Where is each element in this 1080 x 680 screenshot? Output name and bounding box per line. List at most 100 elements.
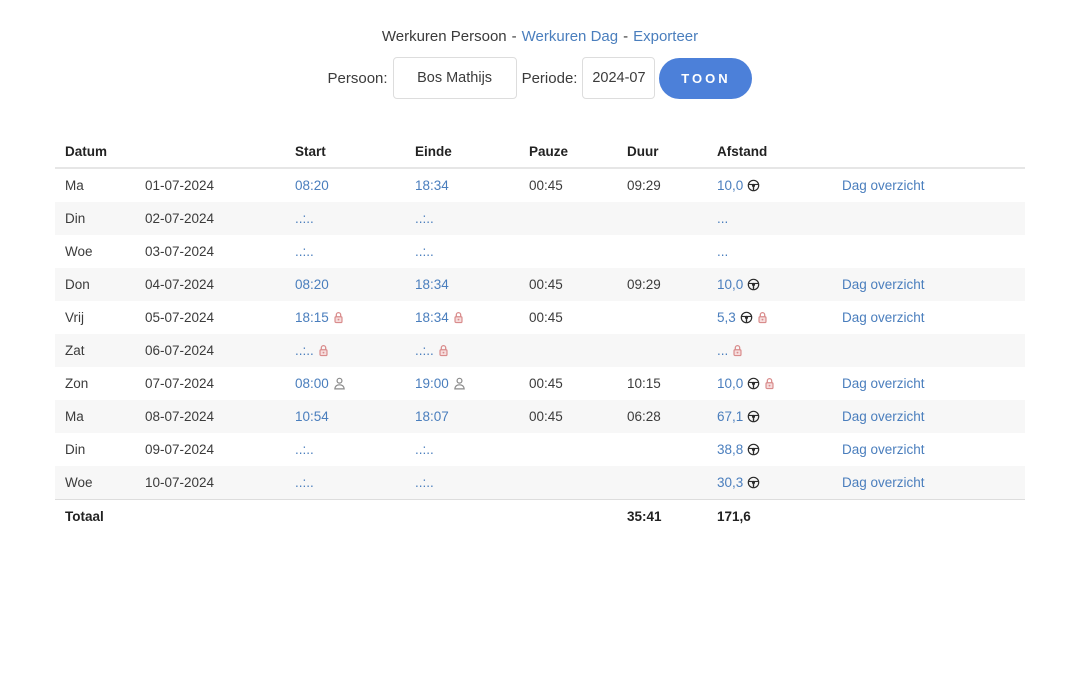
einde-link[interactable]: ..:.. bbox=[415, 343, 434, 358]
einde-link[interactable]: 18:34 bbox=[415, 178, 449, 193]
start-link[interactable]: ..:.. bbox=[295, 244, 314, 259]
steering-wheel-icon bbox=[747, 476, 760, 489]
einde-cell: ..:.. bbox=[415, 466, 529, 500]
start-cell: 18:15 bbox=[295, 301, 415, 334]
col-header-datum: Datum bbox=[55, 135, 145, 168]
day-cell: Vrij bbox=[55, 301, 145, 334]
dag-overzicht-link[interactable]: Dag overzicht bbox=[842, 376, 925, 391]
page-title: Werkuren Persoon-Werkuren Dag-Exporteer bbox=[0, 28, 1080, 45]
afstand-cell: 38,8 bbox=[717, 433, 842, 466]
afstand-link[interactable]: 67,1 bbox=[717, 409, 743, 424]
afstand-link[interactable]: 38,8 bbox=[717, 442, 743, 457]
lock-icon bbox=[453, 311, 464, 324]
link-exporteer[interactable]: Exporteer bbox=[633, 28, 698, 45]
duur-cell bbox=[627, 466, 717, 500]
einde-link[interactable]: 18:34 bbox=[415, 310, 449, 325]
start-link[interactable]: 18:15 bbox=[295, 310, 329, 325]
toon-button[interactable]: TOON bbox=[659, 58, 752, 99]
persoon-label: Persoon: bbox=[328, 70, 388, 87]
einde-link[interactable]: ..:.. bbox=[415, 475, 434, 490]
pauze-cell bbox=[529, 202, 627, 235]
dag-overzicht-link[interactable]: Dag overzicht bbox=[842, 442, 925, 457]
duur-cell: 10:15 bbox=[627, 367, 717, 400]
person-icon bbox=[453, 377, 466, 390]
afstand-link[interactable]: 10,0 bbox=[717, 376, 743, 391]
dag-overzicht-link[interactable]: Dag overzicht bbox=[842, 475, 925, 490]
dag-overzicht-link[interactable]: Dag overzicht bbox=[842, 310, 925, 325]
duur-cell bbox=[627, 235, 717, 268]
einde-link[interactable]: 18:07 bbox=[415, 409, 449, 424]
day-overview-cell: Dag overzicht bbox=[842, 301, 1025, 334]
col-header-einde: Einde bbox=[415, 135, 529, 168]
day-overview-cell: Dag overzicht bbox=[842, 168, 1025, 202]
einde-link[interactable]: ..:.. bbox=[415, 244, 434, 259]
duur-cell bbox=[627, 334, 717, 367]
periode-input[interactable] bbox=[582, 57, 655, 99]
start-link[interactable]: 10:54 bbox=[295, 409, 329, 424]
steering-wheel-icon bbox=[747, 179, 760, 192]
table-row: Zat06-07-2024..:....:..... bbox=[55, 334, 1025, 367]
day-cell: Zon bbox=[55, 367, 145, 400]
title-separator: - bbox=[512, 28, 517, 45]
afstand-link[interactable]: 10,0 bbox=[717, 178, 743, 193]
link-werkuren-dag[interactable]: Werkuren Dag bbox=[522, 28, 618, 45]
total-afstand: 171,6 bbox=[717, 500, 842, 534]
pauze-cell bbox=[529, 235, 627, 268]
afstand-cell: 5,3 bbox=[717, 301, 842, 334]
day-overview-cell bbox=[842, 202, 1025, 235]
afstand-link[interactable]: ... bbox=[717, 244, 728, 259]
werkuren-table: DatumStartEindePauzeDuurAfstand Ma01-07-… bbox=[55, 135, 1025, 533]
dag-overzicht-link[interactable]: Dag overzicht bbox=[842, 178, 925, 193]
dag-overzicht-link[interactable]: Dag overzicht bbox=[842, 277, 925, 292]
persoon-input[interactable] bbox=[393, 57, 517, 99]
afstand-link[interactable]: 5,3 bbox=[717, 310, 736, 325]
lock-icon bbox=[438, 344, 449, 357]
pauze-cell: 00:45 bbox=[529, 268, 627, 301]
afstand-link[interactable]: ... bbox=[717, 343, 728, 358]
person-icon bbox=[333, 377, 346, 390]
start-link[interactable]: 08:20 bbox=[295, 178, 329, 193]
steering-wheel-icon bbox=[740, 311, 753, 324]
col-header-duur: Duur bbox=[627, 135, 717, 168]
start-link[interactable]: ..:.. bbox=[295, 475, 314, 490]
table-row: Din02-07-2024..:....:..... bbox=[55, 202, 1025, 235]
einde-link[interactable]: 19:00 bbox=[415, 376, 449, 391]
start-cell: 08:20 bbox=[295, 268, 415, 301]
start-link[interactable]: ..:.. bbox=[295, 442, 314, 457]
date-cell: 10-07-2024 bbox=[145, 466, 295, 500]
afstand-cell: 30,3 bbox=[717, 466, 842, 500]
einde-cell: 19:00 bbox=[415, 367, 529, 400]
table-body: Ma01-07-202408:2018:3400:4509:2910,0Dag … bbox=[55, 168, 1025, 500]
duur-cell: 09:29 bbox=[627, 268, 717, 301]
table-row: Don04-07-202408:2018:3400:4509:2910,0Dag… bbox=[55, 268, 1025, 301]
col-header-empty bbox=[145, 135, 295, 168]
date-cell: 06-07-2024 bbox=[145, 334, 295, 367]
afstand-link[interactable]: 10,0 bbox=[717, 277, 743, 292]
einde-cell: 18:34 bbox=[415, 301, 529, 334]
start-link[interactable]: ..:.. bbox=[295, 211, 314, 226]
total-duur: 35:41 bbox=[627, 500, 717, 534]
afstand-link[interactable]: 30,3 bbox=[717, 475, 743, 490]
start-link[interactable]: 08:20 bbox=[295, 277, 329, 292]
start-link[interactable]: ..:.. bbox=[295, 343, 314, 358]
start-link[interactable]: 08:00 bbox=[295, 376, 329, 391]
table-header-row: DatumStartEindePauzeDuurAfstand bbox=[55, 135, 1025, 168]
afstand-link[interactable]: ... bbox=[717, 211, 728, 226]
einde-cell: 18:34 bbox=[415, 268, 529, 301]
date-cell: 01-07-2024 bbox=[145, 168, 295, 202]
duur-cell bbox=[627, 433, 717, 466]
einde-cell: ..:.. bbox=[415, 334, 529, 367]
einde-link[interactable]: 18:34 bbox=[415, 277, 449, 292]
date-cell: 04-07-2024 bbox=[145, 268, 295, 301]
start-cell: ..:.. bbox=[295, 334, 415, 367]
einde-link[interactable]: ..:.. bbox=[415, 211, 434, 226]
pauze-cell: 00:45 bbox=[529, 301, 627, 334]
day-overview-cell bbox=[842, 235, 1025, 268]
einde-link[interactable]: ..:.. bbox=[415, 442, 434, 457]
einde-cell: ..:.. bbox=[415, 433, 529, 466]
einde-cell: ..:.. bbox=[415, 202, 529, 235]
col-header-pauze: Pauze bbox=[529, 135, 627, 168]
day-overview-cell: Dag overzicht bbox=[842, 367, 1025, 400]
dag-overzicht-link[interactable]: Dag overzicht bbox=[842, 409, 925, 424]
date-cell: 09-07-2024 bbox=[145, 433, 295, 466]
